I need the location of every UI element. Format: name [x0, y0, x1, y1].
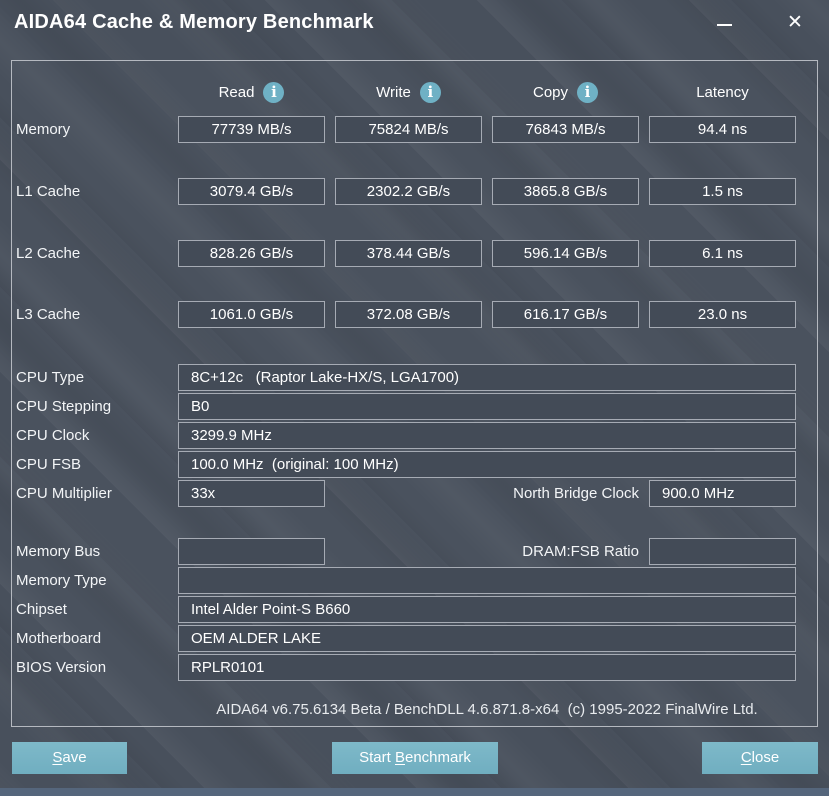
memory-bus-value — [178, 538, 325, 565]
write-info-icon[interactable]: i — [420, 82, 441, 103]
dram-fsb-ratio-value — [649, 538, 796, 565]
start-label-post: enchmark — [405, 749, 471, 766]
motherboard-value: OEM ALDER LAKE — [178, 625, 796, 652]
start-label-pre: Start — [359, 749, 395, 766]
row-label-cpu-clock: CPU Clock — [16, 422, 89, 449]
l1-latency-value: 1.5 ns — [649, 178, 796, 205]
save-button[interactable]: Save — [12, 742, 127, 774]
l3-write-value: 372.08 GB/s — [335, 301, 482, 328]
memory-write-value: 75824 MB/s — [335, 116, 482, 143]
column-header-write: Write i — [335, 80, 482, 105]
column-header-read: Read i — [178, 80, 325, 105]
l3-read-value: 1061.0 GB/s — [178, 301, 325, 328]
row-label-cpu-fsb: CPU FSB — [16, 451, 81, 478]
close-label-key: C — [741, 749, 752, 766]
cpu-stepping-value: B0 — [178, 393, 796, 420]
close-label-post: lose — [752, 749, 780, 766]
column-header-copy: Copy i — [492, 80, 639, 105]
l2-write-value: 378.44 GB/s — [335, 240, 482, 267]
latency-header-label: Latency — [696, 84, 749, 101]
l3-latency-value: 23.0 ns — [649, 301, 796, 328]
read-info-icon[interactable]: i — [263, 82, 284, 103]
row-label-memory-bus: Memory Bus — [16, 538, 100, 565]
row-label-l2-cache: L2 Cache — [16, 240, 80, 267]
cpu-type-value: 8C+12c (Raptor Lake-HX/S, LGA1700) — [178, 364, 796, 391]
minimize-button[interactable] — [705, 4, 743, 40]
memory-latency-value: 94.4 ns — [649, 116, 796, 143]
row-label-bios-version: BIOS Version — [16, 654, 106, 681]
row-label-cpu-stepping: CPU Stepping — [16, 393, 111, 420]
row-label-cpu-multiplier: CPU Multiplier — [16, 480, 112, 507]
save-label-key: S — [52, 749, 62, 766]
cpu-clock-value: 3299.9 MHz — [178, 422, 796, 449]
l2-read-value: 828.26 GB/s — [178, 240, 325, 267]
cpu-fsb-value: 100.0 MHz (original: 100 MHz) — [178, 451, 796, 478]
version-footer: AIDA64 v6.75.6134 Beta / BenchDLL 4.6.87… — [178, 701, 796, 718]
row-label-cpu-type: CPU Type — [16, 364, 84, 391]
save-label-post: ave — [62, 749, 86, 766]
start-benchmark-button[interactable]: Start Benchmark — [332, 742, 498, 774]
memory-type-value — [178, 567, 796, 594]
close-icon: ✕ — [787, 11, 803, 34]
north-bridge-clock-value: 900.0 MHz — [649, 480, 796, 507]
start-label-key: B — [395, 749, 405, 766]
close-button[interactable]: Close — [702, 742, 818, 774]
l1-write-value: 2302.2 GB/s — [335, 178, 482, 205]
chipset-value: Intel Alder Point-S B660 — [178, 596, 796, 623]
row-label-chipset: Chipset — [16, 596, 67, 623]
column-header-latency: Latency — [649, 80, 796, 105]
l3-copy-value: 616.17 GB/s — [492, 301, 639, 328]
l1-read-value: 3079.4 GB/s — [178, 178, 325, 205]
minimize-icon — [717, 24, 732, 26]
north-bridge-clock-label: North Bridge Clock — [400, 480, 639, 507]
row-label-memory-type: Memory Type — [16, 567, 107, 594]
memory-copy-value: 76843 MB/s — [492, 116, 639, 143]
row-label-memory: Memory — [16, 116, 70, 143]
row-label-l3-cache: L3 Cache — [16, 301, 80, 328]
window-bottom-edge — [0, 788, 829, 796]
dram-fsb-ratio-label: DRAM:FSB Ratio — [400, 538, 639, 565]
cpu-multiplier-value: 33x — [178, 480, 325, 507]
l2-copy-value: 596.14 GB/s — [492, 240, 639, 267]
window-close-button[interactable]: ✕ — [776, 4, 814, 40]
window-title: AIDA64 Cache & Memory Benchmark — [14, 11, 374, 34]
read-header-label: Read — [219, 84, 255, 101]
memory-read-value: 77739 MB/s — [178, 116, 325, 143]
bios-version-value: RPLR0101 — [178, 654, 796, 681]
copy-info-icon[interactable]: i — [577, 82, 598, 103]
l2-latency-value: 6.1 ns — [649, 240, 796, 267]
l1-copy-value: 3865.8 GB/s — [492, 178, 639, 205]
row-label-l1-cache: L1 Cache — [16, 178, 80, 205]
copy-header-label: Copy — [533, 84, 568, 101]
write-header-label: Write — [376, 84, 411, 101]
row-label-motherboard: Motherboard — [16, 625, 101, 652]
